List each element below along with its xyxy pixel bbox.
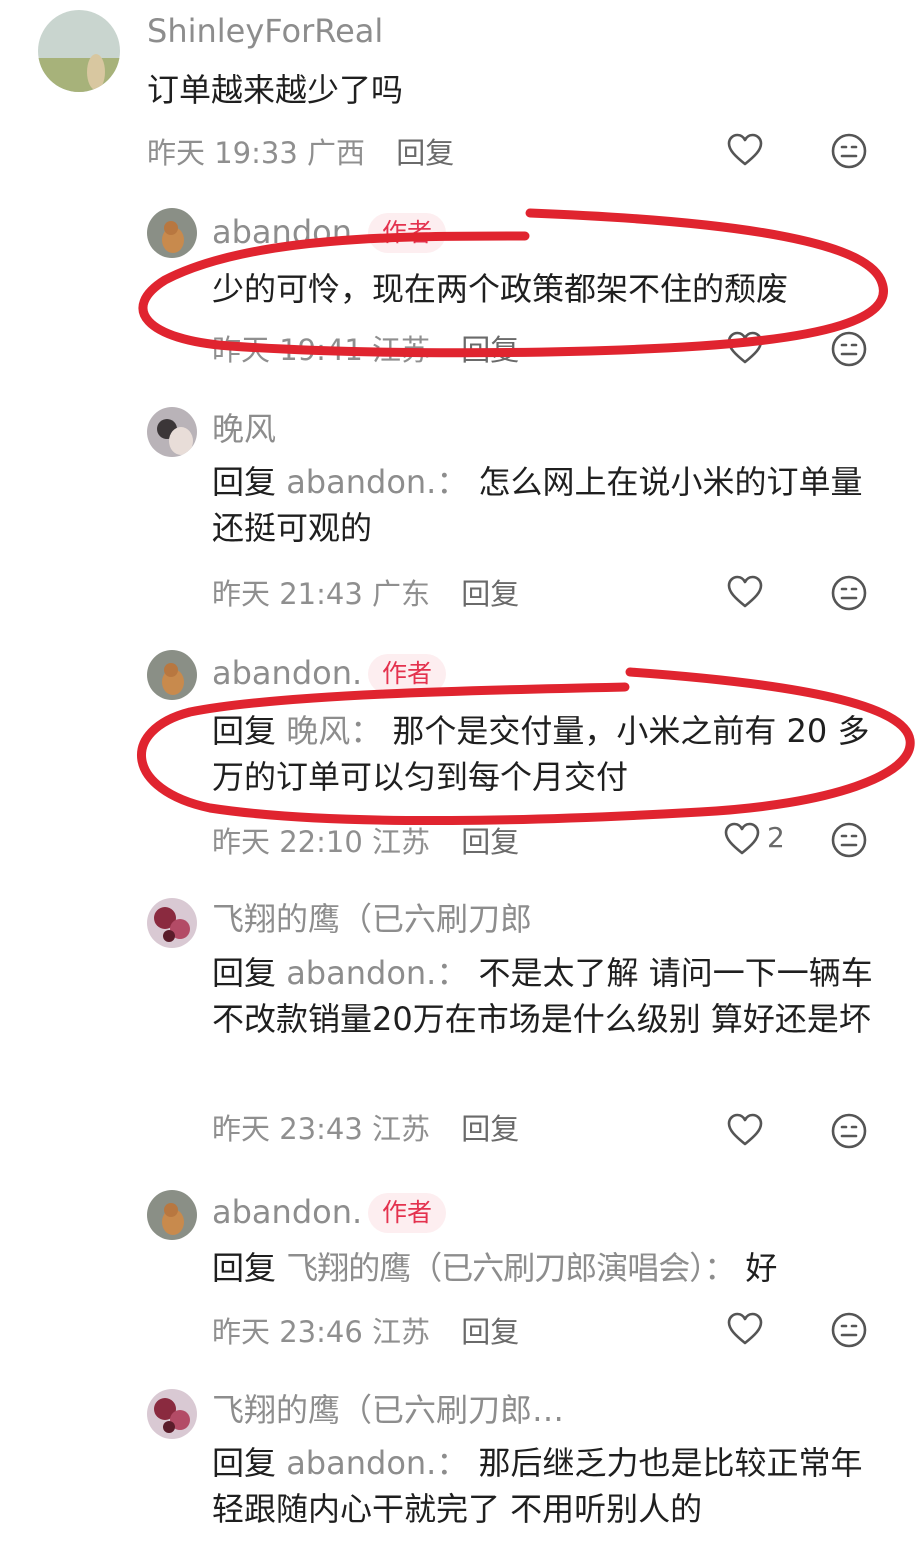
comment-text: 回复 abandon.： 怎么网上在说小米的订单量还挺可观的 xyxy=(212,459,882,551)
reply-prefix: 回复 xyxy=(212,1249,277,1287)
reply-prefix: 回复 xyxy=(212,712,277,750)
heart-outline-icon[interactable] xyxy=(727,1312,763,1346)
avatar[interactable] xyxy=(147,898,197,948)
comment-location: 江苏 xyxy=(372,825,431,859)
heart-outline-icon[interactable] xyxy=(727,575,763,609)
avatar[interactable] xyxy=(147,1190,197,1240)
reply-prefix: 回复 xyxy=(212,954,277,992)
reply-button[interactable]: 回复 xyxy=(461,825,519,859)
comment-time: 昨天 23:43 xyxy=(212,1112,363,1146)
meh-face-icon[interactable] xyxy=(831,575,867,611)
comment-location: 江苏 xyxy=(372,1112,431,1146)
reply-target[interactable]: abandon.： xyxy=(286,954,468,992)
author-badge: 作者 xyxy=(368,654,447,694)
heart-outline-icon[interactable] xyxy=(727,331,763,365)
meh-face-icon[interactable] xyxy=(831,1113,867,1149)
comment-meta: 昨天 22:10 江苏 回复 xyxy=(212,828,519,857)
avatar[interactable] xyxy=(147,208,197,258)
meh-face-icon[interactable] xyxy=(831,133,867,169)
comment-time: 昨天 19:33 xyxy=(147,136,298,170)
comment-meta: 昨天 23:46 江苏 回复 xyxy=(212,1318,519,1347)
comment-time: 昨天 23:46 xyxy=(212,1315,363,1349)
comment-meta: 昨天 19:41 江苏 回复 xyxy=(212,336,519,365)
meh-face-icon[interactable] xyxy=(831,1312,867,1348)
avatar[interactable] xyxy=(38,10,120,92)
comment-location: 广东 xyxy=(372,577,431,611)
comment-username[interactable]: abandon. xyxy=(212,216,362,248)
comment-meta: 昨天 21:43 广东 回复 xyxy=(212,580,519,609)
comment-meta: 昨天 23:43 江苏 回复 xyxy=(212,1115,519,1144)
comment-location: 广西 xyxy=(307,136,366,170)
comment-time: 昨天 22:10 xyxy=(212,825,363,859)
like-count: 2 xyxy=(767,821,785,854)
comment-username[interactable]: 晚风 xyxy=(212,413,276,445)
comment-location: 江苏 xyxy=(372,1315,431,1349)
comment-meta: 昨天 19:33 广西 回复 xyxy=(147,139,454,168)
reply-target[interactable]: 晚风： xyxy=(286,712,382,750)
reply-button[interactable]: 回复 xyxy=(461,333,519,367)
heart-outline-icon[interactable] xyxy=(727,133,763,167)
comment-body: 好 xyxy=(745,1249,778,1287)
reply-prefix: 回复 xyxy=(212,463,277,501)
reply-target[interactable]: abandon.： xyxy=(286,1444,468,1482)
comment-text: 回复 abandon.： 不是太了解 请问一下一辆车不改款销量20万在市场是什么… xyxy=(212,950,892,1042)
comment-username[interactable]: 飞翔的鹰（已六刷刀郎 xyxy=(212,903,532,935)
comment-username[interactable]: ShinleyForReal xyxy=(147,15,383,47)
comment-text: 回复 abandon.： 那后继乏力也是比较正常年轻跟随内心干就完了 不用听别人… xyxy=(212,1440,882,1532)
reply-prefix: 回复 xyxy=(212,1444,277,1482)
comment-location: 江苏 xyxy=(372,333,431,367)
comment-time: 昨天 19:41 xyxy=(212,333,363,367)
reply-target[interactable]: abandon.： xyxy=(286,463,468,501)
reply-button[interactable]: 回复 xyxy=(396,136,454,170)
comment-username[interactable]: abandon. xyxy=(212,1196,362,1228)
heart-outline-icon[interactable] xyxy=(727,1113,763,1147)
comment-username[interactable]: 飞翔的鹰（已六刷刀郎… xyxy=(212,1394,564,1426)
comment-username[interactable]: abandon. xyxy=(212,657,362,689)
author-badge: 作者 xyxy=(368,1193,447,1233)
comment-text: 订单越来越少了吗 xyxy=(147,67,867,113)
comment-body: 订单越来越少了吗 xyxy=(147,71,404,109)
reply-target[interactable]: 飞翔的鹰（已六刷刀郎演唱会）： xyxy=(286,1249,736,1287)
comment-text: 回复 晚风： 那个是交付量，小米之前有 20 多万的订单可以匀到每个月交付 xyxy=(212,708,892,800)
reply-button[interactable]: 回复 xyxy=(461,577,519,611)
meh-face-icon[interactable] xyxy=(831,331,867,367)
avatar[interactable] xyxy=(147,1389,197,1439)
avatar[interactable] xyxy=(147,407,197,457)
comment-time: 昨天 21:43 xyxy=(212,577,363,611)
reply-button[interactable]: 回复 xyxy=(461,1315,519,1349)
comment-text: 少的可怜，现在两个政策都架不住的颓废 xyxy=(212,266,882,312)
avatar[interactable] xyxy=(147,650,197,700)
author-badge: 作者 xyxy=(368,213,447,253)
heart-outline-icon[interactable] xyxy=(724,822,760,856)
reply-button[interactable]: 回复 xyxy=(461,1112,519,1146)
comment-body: 少的可怜，现在两个政策都架不住的颓废 xyxy=(212,270,789,308)
comment-text: 回复 飞翔的鹰（已六刷刀郎演唱会）： 好 xyxy=(212,1245,902,1291)
meh-face-icon[interactable] xyxy=(831,822,867,858)
